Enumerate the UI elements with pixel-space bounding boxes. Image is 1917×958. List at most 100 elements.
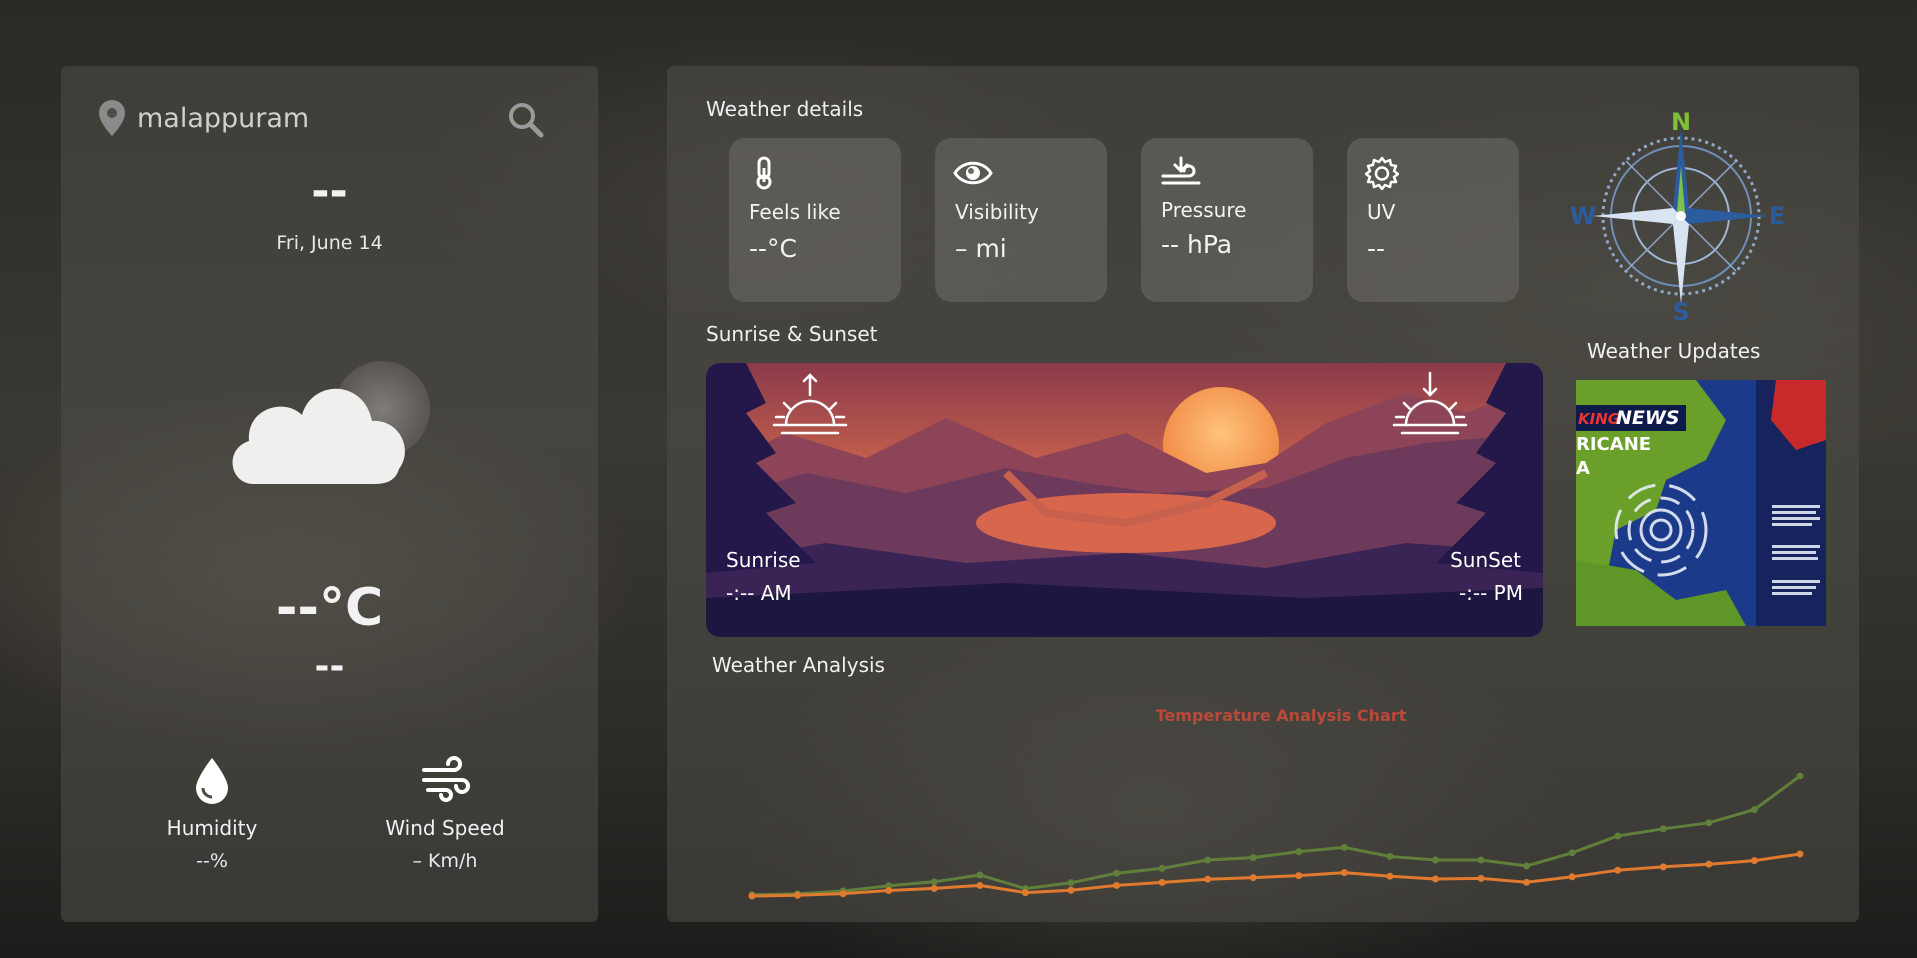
series-2-point[interactable]: [839, 890, 847, 898]
series-2-point[interactable]: [1659, 863, 1667, 871]
series-2-point[interactable]: [1295, 872, 1303, 880]
series-2-point[interactable]: [1750, 857, 1758, 865]
wind-stat: Wind Speed – Km/h: [365, 756, 525, 872]
series-2-point[interactable]: [1477, 874, 1485, 882]
series-1-point[interactable]: [1477, 856, 1485, 864]
sunrise-time: -:-- AM: [726, 581, 792, 605]
series-1-point[interactable]: [1568, 849, 1576, 857]
feels-like-value: --°C: [749, 234, 797, 263]
series-2-point[interactable]: [1568, 873, 1576, 881]
temperature: --°C: [275, 578, 384, 638]
series-1-point[interactable]: [976, 871, 984, 879]
city-name: --: [311, 166, 348, 217]
news-news-text: NEWS: [1616, 407, 1680, 429]
wind-value: – Km/h: [412, 850, 478, 872]
series-2-point[interactable]: [748, 892, 756, 900]
uv-card: UV --: [1347, 138, 1519, 302]
gear-icon: [1365, 156, 1399, 190]
series-1-point[interactable]: [1431, 856, 1439, 864]
pressure-icon: [1161, 156, 1201, 185]
uv-value: --: [1367, 234, 1386, 263]
news-breaking-text: KING: [1578, 410, 1620, 428]
sunset-landscape-illustration: [706, 363, 1543, 637]
series-2-point[interactable]: [1705, 860, 1713, 868]
series-1-point[interactable]: [1659, 825, 1667, 833]
series-2-point[interactable]: [1204, 875, 1212, 883]
pressure-label: Pressure: [1161, 198, 1247, 222]
series-1-point[interactable]: [1750, 806, 1758, 814]
feels-like-card: Feels like --°C: [729, 138, 901, 302]
series-2-point[interactable]: [885, 886, 893, 894]
series-1-point[interactable]: [1705, 819, 1713, 827]
compass-icon: N E S W: [1571, 108, 1785, 326]
location-pin-icon: [99, 100, 125, 136]
weather-updates-title: Weather Updates: [1587, 339, 1761, 363]
series-1-point[interactable]: [1386, 852, 1394, 860]
sunset-label: SunSet: [1450, 548, 1521, 572]
sunrise-sunset-banner: Sunrise -:-- AM SunSet -:-- PM: [706, 363, 1543, 637]
series-1-point[interactable]: [1340, 843, 1348, 851]
pressure-card: Pressure -- hPa: [1141, 138, 1313, 302]
series-2-point[interactable]: [1113, 881, 1121, 889]
compass-north: N: [1671, 108, 1691, 136]
humidity-label: Humidity: [166, 816, 258, 840]
series-2-point[interactable]: [1021, 889, 1029, 897]
compass-west: W: [1571, 202, 1596, 230]
compass-east: E: [1769, 202, 1785, 230]
series-2-point[interactable]: [976, 881, 984, 889]
series-1-point[interactable]: [1249, 854, 1257, 862]
eye-icon: [953, 161, 993, 185]
hurricane-news-image: KING NEWS RICANE A: [1576, 380, 1826, 626]
water-drop-icon: [196, 758, 228, 804]
visibility-card: Visibility – mi: [935, 138, 1107, 302]
series-1-point[interactable]: [1295, 848, 1303, 856]
series-2-point[interactable]: [1431, 875, 1439, 883]
sunset-time: -:-- PM: [1458, 581, 1523, 605]
series-2-point[interactable]: [1067, 886, 1075, 894]
thermometer-icon: [756, 156, 772, 190]
location-name: malappuram: [137, 102, 310, 134]
series-1-point[interactable]: [1067, 879, 1075, 887]
series-2-line: [751, 852, 1801, 898]
weather-description: --: [314, 646, 345, 687]
series-1-point[interactable]: [1614, 832, 1622, 840]
series-2-point[interactable]: [1249, 874, 1257, 882]
series-1-point[interactable]: [930, 878, 938, 886]
wind-icon: [422, 756, 470, 802]
series-1-point[interactable]: [1796, 772, 1804, 780]
temperature-analysis-chart: Temperature Analysis Chart: [748, 706, 1804, 900]
search-icon: [509, 103, 544, 138]
wind-label: Wind Speed: [385, 816, 505, 840]
series-1-point[interactable]: [1158, 864, 1166, 872]
news-a-text: A: [1576, 458, 1590, 479]
humidity-value: --%: [196, 850, 228, 872]
weather-dashboard-panel: Weather details Feels like --°C Visibili…: [667, 66, 1859, 922]
uv-label: UV: [1367, 200, 1396, 224]
weather-news-card[interactable]: KING NEWS RICANE A: [1576, 380, 1826, 626]
current-date: Fri, June 14: [276, 232, 383, 254]
search-button[interactable]: [506, 100, 546, 140]
series-2-point[interactable]: [1796, 850, 1804, 858]
cloudy-night-icon: [232, 361, 430, 484]
series-2-point[interactable]: [1340, 869, 1348, 877]
visibility-value: – mi: [955, 234, 1007, 263]
series-1-point[interactable]: [1113, 869, 1121, 877]
series-2-point[interactable]: [794, 891, 802, 899]
weather-details-title: Weather details: [706, 97, 864, 121]
feels-like-label: Feels like: [749, 200, 841, 224]
chart-title: Temperature Analysis Chart: [1156, 706, 1407, 725]
current-weather-panel: malappuram -- Fri, June 14 --°C -- Humid…: [61, 66, 598, 922]
series-2-point[interactable]: [930, 884, 938, 892]
sunrise-label: Sunrise: [726, 548, 801, 572]
compass-south: S: [1672, 298, 1689, 326]
series-2-point[interactable]: [1614, 866, 1622, 874]
location: malappuram: [99, 100, 309, 136]
series-1-point[interactable]: [1523, 862, 1531, 870]
series-2-point[interactable]: [1523, 878, 1531, 886]
news-hurricane-text: RICANE: [1576, 434, 1651, 455]
series-2-point[interactable]: [1158, 878, 1166, 886]
humidity-stat: Humidity --%: [132, 756, 292, 872]
pressure-value: -- hPa: [1161, 230, 1233, 259]
series-2-point[interactable]: [1386, 872, 1394, 880]
series-1-point[interactable]: [1204, 856, 1212, 864]
